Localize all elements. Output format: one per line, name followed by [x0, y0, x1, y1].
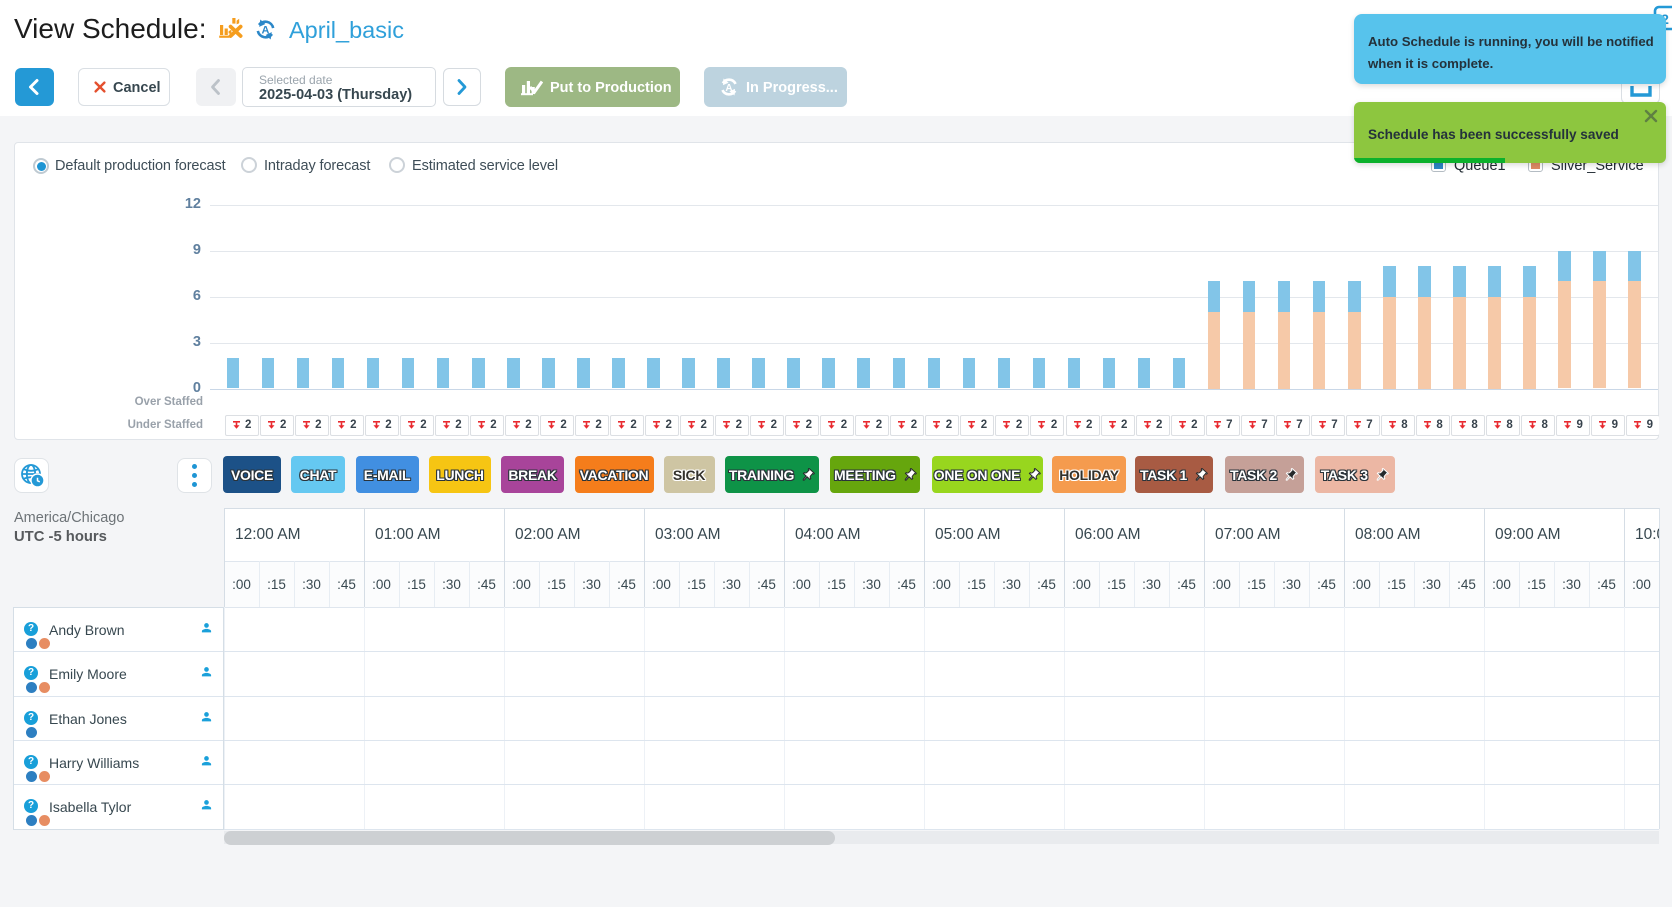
svg-text:A: A	[262, 24, 270, 36]
svg-text:A: A	[725, 83, 732, 94]
